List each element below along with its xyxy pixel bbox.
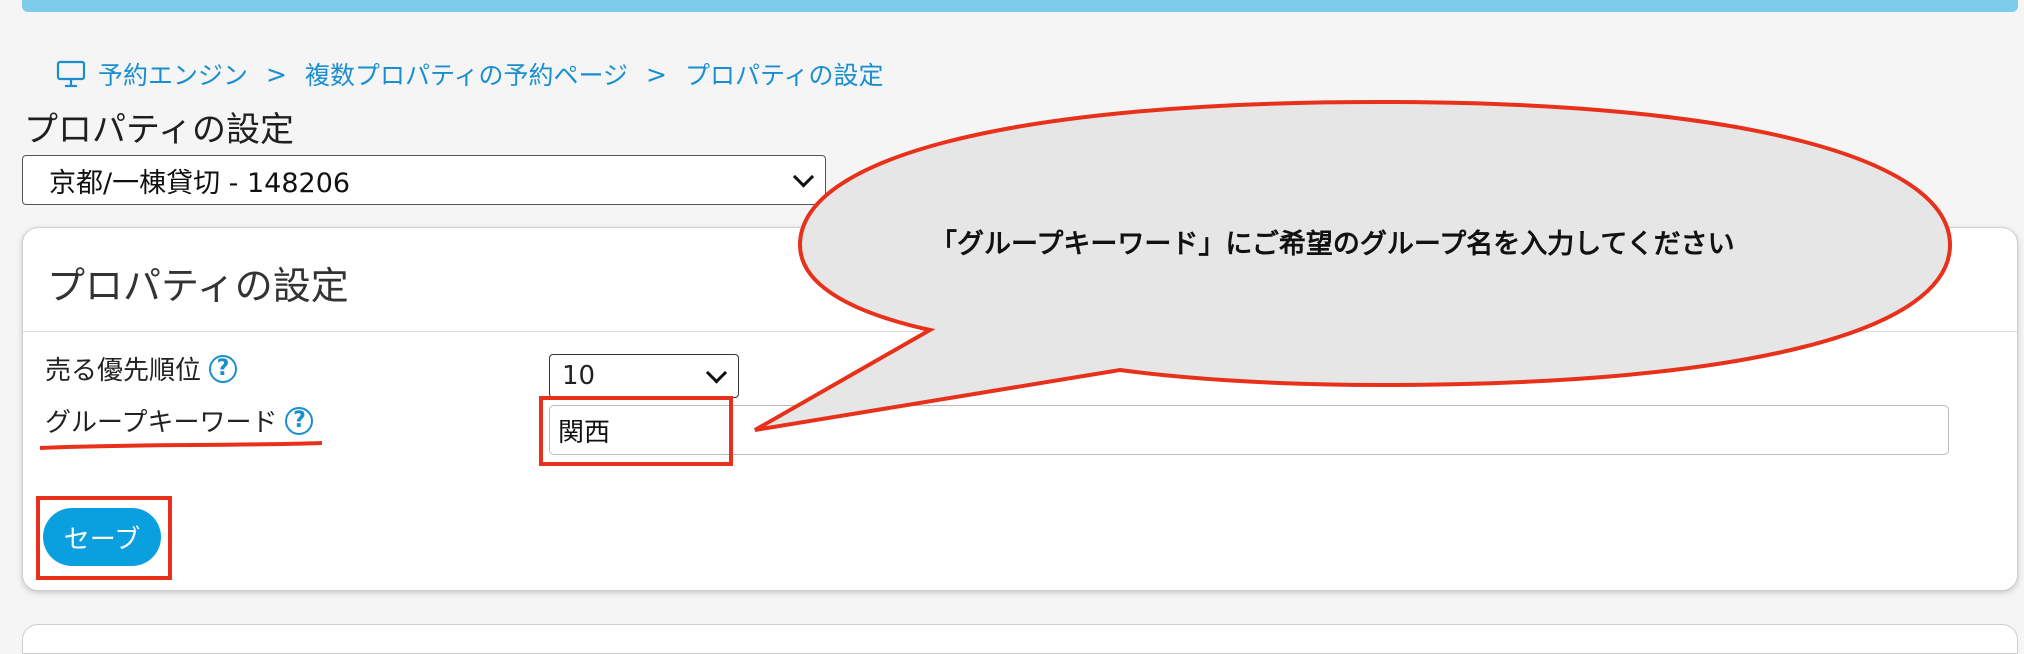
callout-text: 「グループキーワード」にご希望のグループ名を入力してください — [930, 229, 1735, 260]
page-title: プロパティの設定 — [24, 110, 294, 150]
save-button[interactable]: セーブ — [43, 508, 161, 566]
next-card-edge — [22, 624, 2018, 654]
keyword-input-value: 関西 — [558, 417, 611, 448]
breadcrumb-separator: > — [645, 59, 667, 89]
chevron-down-icon — [792, 166, 815, 188]
help-circle-icon[interactable]: ? — [209, 354, 238, 383]
card-title: プロパティの設定 — [47, 264, 349, 308]
priority-select[interactable]: 10 — [549, 354, 739, 398]
keyword-input[interactable]: 関西 — [549, 405, 1949, 455]
breadcrumb-item-property-settings[interactable]: プロパティの設定 — [685, 56, 884, 92]
chevron-down-icon — [705, 362, 728, 384]
priority-label: 売る優先順位 ? — [45, 350, 238, 387]
card-divider — [23, 331, 2017, 332]
keyword-label-text: グループキーワード — [45, 408, 278, 438]
breadcrumb-item-booking-engine[interactable]: 予約エンジン — [98, 56, 248, 92]
help-circle-icon[interactable]: ? — [285, 406, 314, 435]
property-settings-card: プロパティの設定 売る優先順位 ? 10 グループキーワード ? 関西 セーブ — [22, 227, 2018, 591]
breadcrumb-separator: > — [266, 59, 287, 89]
property-select-value: 京都/一棟貸切 - 148206 — [49, 167, 351, 199]
top-accent-bar — [22, 0, 2018, 12]
breadcrumb: 予約エンジン > 複数プロパティの予約ページ > プロパティの設定 — [56, 56, 883, 92]
breadcrumb-item-multi-property[interactable]: 複数プロパティの予約ページ — [305, 56, 628, 92]
priority-label-text: 売る優先順位 — [45, 356, 202, 386]
priority-select-value: 10 — [562, 361, 596, 391]
keyword-label: グループキーワード ? — [45, 402, 314, 439]
property-select[interactable]: 京都/一棟貸切 - 148206 — [22, 155, 826, 205]
monitor-icon — [56, 60, 86, 88]
